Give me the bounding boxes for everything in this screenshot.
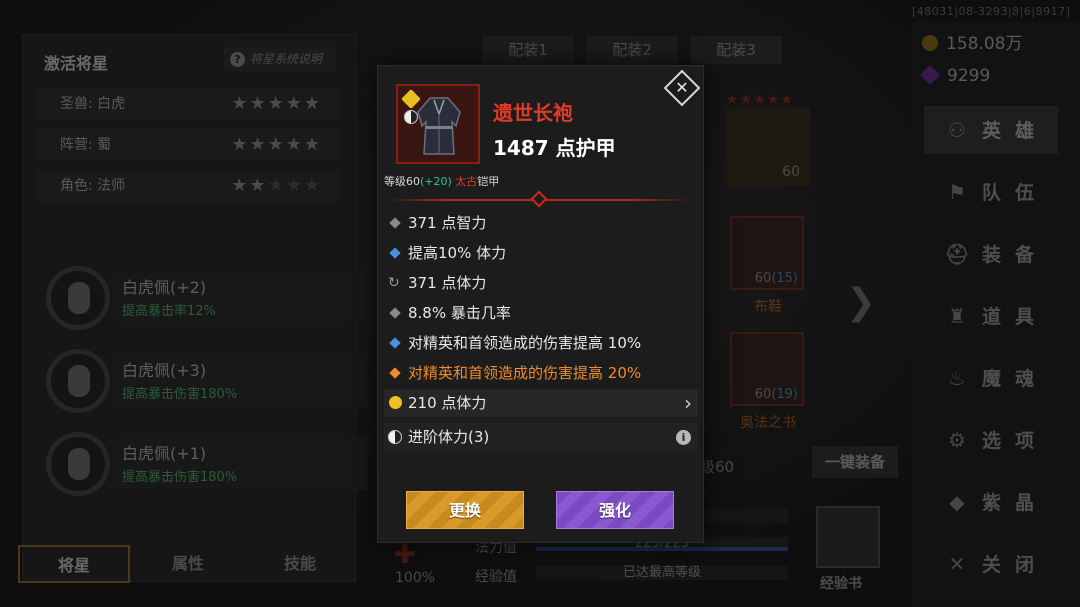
close-icon: ✕ xyxy=(948,552,966,576)
gem-icon xyxy=(389,396,402,409)
diamond-bullet-icon xyxy=(389,247,401,259)
slot-level: 60(19) xyxy=(754,387,798,402)
diamond-bullet-icon xyxy=(389,307,401,319)
equip-slot-book[interactable]: 60(19) xyxy=(730,332,804,406)
menu-hero[interactable]: ⚇ 英雄 xyxy=(924,106,1058,154)
slot-level: 60(15) xyxy=(754,271,798,286)
chevron-right-icon: › xyxy=(684,391,692,415)
tab-attributes[interactable]: 属性 xyxy=(132,545,244,583)
stat-line: 对精英和首领造成的伤害提高 10% xyxy=(384,329,698,357)
star-row-label: 角色: 法师 xyxy=(60,178,126,194)
slot-name: 布鞋 xyxy=(754,299,782,315)
star-help-button[interactable]: ? 将星系统说明 xyxy=(224,47,336,71)
star-row-role: 角色: 法师 ★★★★★ xyxy=(36,170,340,202)
pendant-desc: 提高暴击率12% xyxy=(122,304,216,319)
pendant-desc: 提高暴击伤害180% xyxy=(122,387,238,402)
bag-icon: ♜ xyxy=(948,304,966,328)
star-row-label: 圣兽: 白虎 xyxy=(60,96,126,112)
pendant-item[interactable]: 白虎佩(+1) 提高暴击伤害180% xyxy=(46,432,368,496)
server-id: [48031|08-3293|8|6|8917] xyxy=(912,5,1071,18)
exp-label: 经验值 xyxy=(475,569,517,585)
coin-icon xyxy=(922,35,938,51)
reroll-icon: ↻ xyxy=(388,275,400,291)
tab-stars[interactable]: 将星 xyxy=(18,545,130,583)
menu-soul[interactable]: ♨ 魔魂 xyxy=(924,354,1058,402)
menu-equipment[interactable]: ⛑ 装备 xyxy=(924,230,1058,278)
diamond-bullet-icon xyxy=(389,337,401,349)
menu-close[interactable]: ✕ 关闭 xyxy=(924,540,1058,588)
stat-line: ↻ 371 点体力 xyxy=(384,269,698,297)
tab-config-1[interactable]: 配装1 xyxy=(482,36,574,64)
pendant-item[interactable]: 白虎佩(+3) 提高暴击伤害180% xyxy=(46,349,368,413)
yin-yang-icon xyxy=(388,430,402,444)
bonus-percent: 100% xyxy=(395,570,436,586)
item-level-line: 等级60(+20) 太古铠甲 xyxy=(384,175,500,188)
equip-slot-helmet[interactable]: ★★★★★ 60 xyxy=(726,92,810,186)
crystal-icon: ◆ xyxy=(949,490,965,514)
stat-line: 对精英和首领造成的伤害提高 20% xyxy=(384,359,698,387)
question-icon: ? xyxy=(230,52,245,67)
star-row-faction: 阵营: 蜀 ★★★★★ xyxy=(36,129,340,161)
diamond-bullet-icon xyxy=(389,367,401,379)
pendant-name: 白虎佩(+1) xyxy=(122,444,207,463)
item-armor: 1487 点护甲 xyxy=(493,136,616,160)
star-help-label: 将星系统说明 xyxy=(250,52,323,66)
stat-line: 8.8% 暴击几率 xyxy=(384,299,698,327)
upgrade-icon: ✚ xyxy=(394,540,416,570)
exp-bar: 已达最高等级 xyxy=(536,566,788,580)
advance-stat-row: 进阶体力(3) i xyxy=(384,423,698,451)
menu-options[interactable]: ⚙ 选项 xyxy=(924,416,1058,464)
enhance-button[interactable]: 强化 xyxy=(556,491,674,529)
menu-items[interactable]: ♜ 道具 xyxy=(924,292,1058,340)
star-row-label: 阵营: 蜀 xyxy=(60,137,112,153)
pendant-icon xyxy=(46,266,110,330)
exp-book-slot[interactable] xyxy=(816,506,880,568)
robe-icon xyxy=(417,97,461,155)
replace-button[interactable]: 更换 xyxy=(406,491,524,529)
exp-book-label: 经验书 xyxy=(820,576,862,592)
item-name: 遗世长袍 xyxy=(493,101,573,125)
gem-stat-row[interactable]: 210 点体力 › xyxy=(384,389,698,417)
gold-counter: 158.08万 xyxy=(922,30,1052,58)
flag-icon: ⚑ xyxy=(948,180,966,204)
hero-level-label: 级60 xyxy=(700,458,735,476)
star-row-beast: 圣兽: 白虎 ★★★★★ xyxy=(36,88,340,120)
slot-level: 60 xyxy=(782,164,800,180)
info-icon[interactable]: i xyxy=(676,430,691,445)
gem-counter: 9299 xyxy=(920,62,1052,90)
next-arrow-icon[interactable]: ❯ xyxy=(846,282,876,323)
slot-name: 奥法之书 xyxy=(740,415,796,431)
fire-icon: ♨ xyxy=(948,366,966,390)
pendant-icon xyxy=(46,432,110,496)
menu-team[interactable]: ⚑ 队伍 xyxy=(924,168,1058,216)
user-icon: ⚇ xyxy=(948,118,966,142)
menu-crystal[interactable]: ◆ 紫晶 xyxy=(924,478,1058,526)
tab-config-3[interactable]: 配装3 xyxy=(690,36,782,64)
star-panel-title: 激活将星 xyxy=(44,54,109,73)
one-key-equip-button[interactable]: 一键装备 xyxy=(812,446,898,478)
gem-icon xyxy=(920,65,940,85)
tab-skills[interactable]: 技能 xyxy=(244,545,356,583)
tab-config-2[interactable]: 配装2 xyxy=(586,36,678,64)
gear-icon: ⚙ xyxy=(948,428,966,452)
stat-line: 371 点智力 xyxy=(384,209,698,237)
star-rating-icon: ★★★★★ xyxy=(231,93,322,114)
pendant-icon xyxy=(46,349,110,413)
pendant-desc: 提高暴击伤害180% xyxy=(122,470,238,485)
equip-slot-boots[interactable]: 60(15) xyxy=(730,216,804,290)
item-icon xyxy=(396,84,480,164)
mp-fill xyxy=(536,547,788,551)
pendant-name: 白虎佩(+2) xyxy=(122,278,207,297)
stat-line: 提高10% 体力 xyxy=(384,239,698,267)
left-tabs: 将星 属性 技能 xyxy=(18,545,358,583)
pendant-name: 白虎佩(+3) xyxy=(122,361,207,380)
diamond-bullet-icon xyxy=(389,217,401,229)
star-rating-icon: ★★★★★ xyxy=(231,175,322,196)
star-rating-icon: ★★★★★ xyxy=(231,134,322,155)
star-rating-icon: ★★★★★ xyxy=(726,92,794,108)
close-icon: ✕ xyxy=(675,78,689,97)
helmet-icon: ⛑ xyxy=(944,242,970,266)
pendant-item[interactable]: 白虎佩(+2) 提高暴击率12% xyxy=(46,266,368,330)
